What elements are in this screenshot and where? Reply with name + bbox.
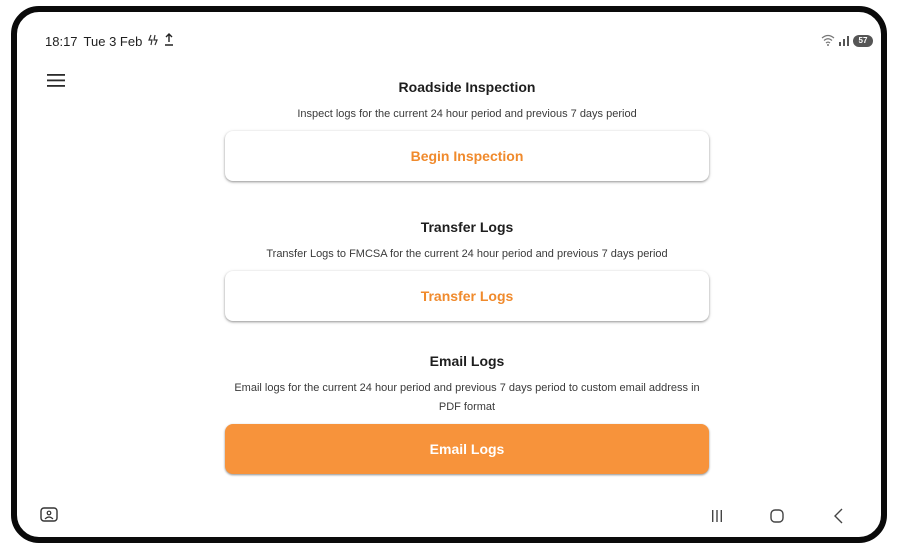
section-title: Transfer Logs — [420, 219, 514, 235]
status-bar: 18:17 Tue 3 Feb 57 — [45, 30, 873, 52]
back-icon[interactable] — [829, 506, 849, 526]
upload-icon — [164, 33, 174, 49]
email-logs-button[interactable]: Email Logs — [225, 424, 709, 474]
roadside-inspection-section: Roadside Inspection Inspect logs for the… — [217, 67, 717, 181]
status-time: 18:17 — [45, 33, 78, 49]
battery-icon: 57 — [853, 35, 873, 47]
section-description: Transfer Logs to FMCSA for the current 2… — [266, 248, 668, 260]
signal-icon — [839, 34, 849, 49]
status-date: Tue 3 Feb — [83, 33, 143, 49]
section-description: Inspect logs for the current 24 hour per… — [297, 108, 637, 120]
navigation-bar — [17, 501, 881, 531]
status-right: 57 — [821, 34, 873, 49]
transfer-logs-button[interactable]: Transfer Logs — [225, 271, 709, 321]
main-content: Roadside Inspection Inspect logs for the… — [217, 67, 717, 474]
transfer-logs-section: Transfer Logs Transfer Logs to FMCSA for… — [217, 207, 717, 321]
hamburger-menu-icon[interactable] — [45, 70, 67, 90]
status-left: 18:17 Tue 3 Feb — [45, 33, 174, 49]
recent-apps-icon[interactable] — [707, 506, 727, 526]
section-title: Roadside Inspection — [398, 79, 536, 95]
section-description: Email logs for the current 24 hour perio… — [234, 382, 700, 413]
sync-icon — [148, 34, 159, 49]
home-icon[interactable] — [767, 506, 787, 526]
screen-assist-icon[interactable] — [39, 505, 59, 525]
section-title: Email Logs — [429, 353, 505, 369]
wifi-icon — [821, 34, 835, 49]
email-logs-section: Email Logs Email logs for the current 24… — [217, 341, 717, 474]
tablet-frame: 18:17 Tue 3 Feb 57 Roadside Inspection I… — [11, 6, 887, 543]
begin-inspection-button[interactable]: Begin Inspection — [225, 131, 709, 181]
screen: 18:17 Tue 3 Feb 57 Roadside Inspection I… — [17, 12, 881, 537]
